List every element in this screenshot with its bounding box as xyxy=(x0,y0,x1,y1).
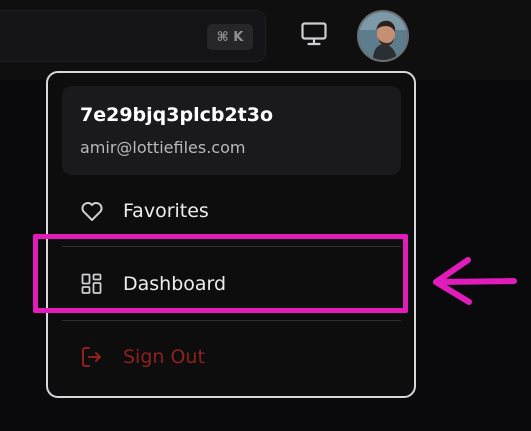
top-bar: ⌘ K xyxy=(0,0,531,80)
profile-card: 7e29bjq3plcb2t3o amir@lottiefiles.com xyxy=(62,86,401,175)
user-dropdown-menu: 7e29bjq3plcb2t3o amir@lottiefiles.com Fa… xyxy=(46,71,416,398)
menu-divider xyxy=(62,246,401,247)
sign-out-icon xyxy=(80,345,104,369)
menu-item-favorites[interactable]: Favorites xyxy=(62,185,401,237)
arrow-left-icon xyxy=(428,254,518,312)
menu-item-label: Sign Out xyxy=(123,346,205,368)
avatar-image xyxy=(359,12,407,60)
menu-item-label: Favorites xyxy=(123,200,209,222)
monitor-icon xyxy=(300,21,328,51)
keyboard-shortcut-badge: ⌘ K xyxy=(207,24,253,50)
menu-item-sign-out[interactable]: Sign Out xyxy=(62,331,401,383)
menu-item-label: Dashboard xyxy=(123,273,227,295)
profile-username: 7e29bjq3plcb2t3o xyxy=(80,104,274,126)
menu-item-dashboard[interactable]: Dashboard xyxy=(62,258,401,310)
monitor-button[interactable] xyxy=(296,20,332,52)
dashboard-grid-icon xyxy=(80,272,104,296)
profile-email: amir@lottiefiles.com xyxy=(80,138,246,157)
search-input[interactable]: ⌘ K xyxy=(0,10,266,62)
heart-icon xyxy=(80,199,104,223)
menu-divider xyxy=(62,320,401,321)
avatar[interactable] xyxy=(357,10,409,62)
